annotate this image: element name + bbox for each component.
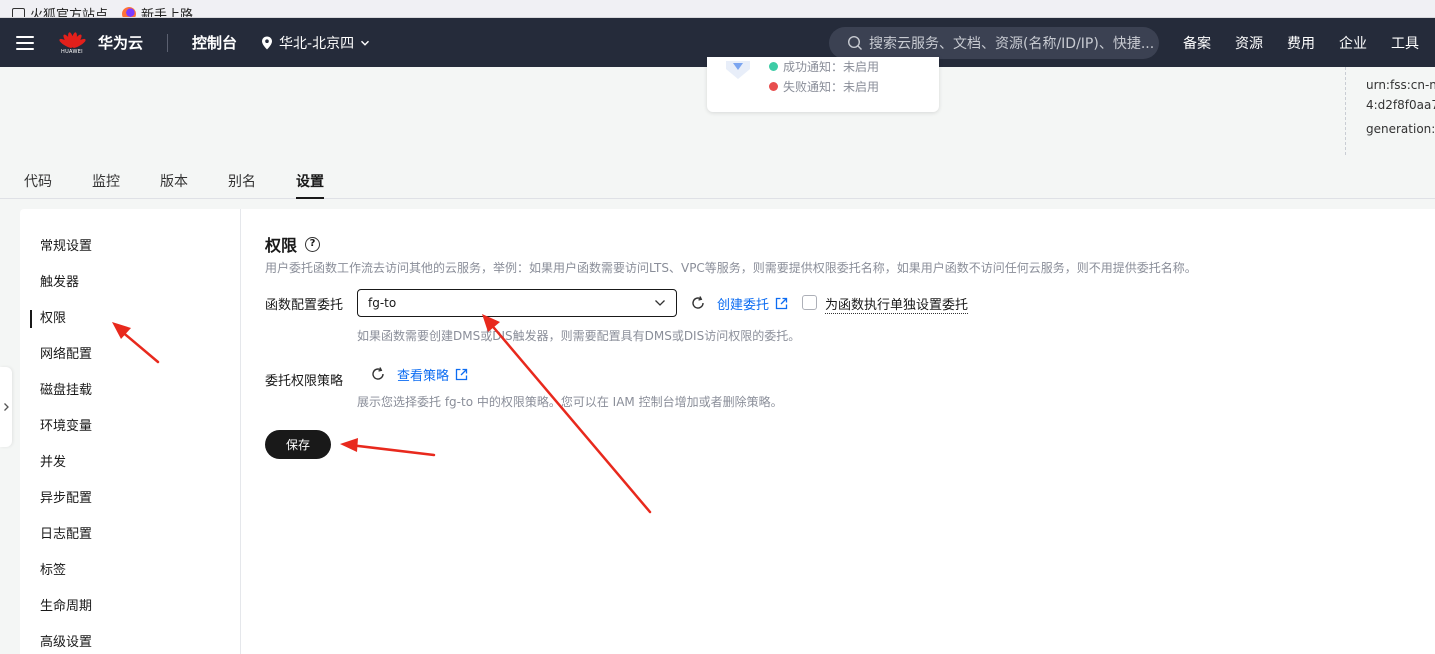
- agency-select-value: fg-to: [368, 296, 397, 310]
- generation-line: generation:la: [1366, 122, 1435, 136]
- function-tabs: 代码 监控 版本 别名 设置: [0, 162, 1435, 199]
- settings-nav-disk-mount[interactable]: 磁盘挂载: [20, 373, 240, 409]
- bookmark-item[interactable]: 火狐官方站点: [12, 4, 109, 18]
- success-notification-text: 成功通知：未启用: [783, 60, 880, 74]
- firefox-icon: [122, 6, 137, 17]
- settings-nav-permissions[interactable]: 权限: [20, 301, 240, 337]
- tab-monitoring[interactable]: 监控: [92, 162, 120, 199]
- chevron-down-icon: [655, 300, 665, 306]
- brand-name: 华为云: [98, 34, 144, 52]
- tab-settings[interactable]: 设置: [296, 162, 324, 199]
- huawei-cloud-logo[interactable]: HUAWEI 华为云: [58, 29, 143, 57]
- nav-link-beian[interactable]: 备案: [1183, 33, 1211, 53]
- region-selector[interactable]: 华北-北京四: [261, 33, 370, 53]
- nav-link-tools[interactable]: 工具: [1391, 33, 1419, 53]
- settings-nav-async[interactable]: 异步配置: [20, 481, 240, 517]
- nav-link-resources[interactable]: 资源: [1235, 33, 1263, 53]
- refresh-icon[interactable]: [690, 295, 706, 311]
- search-input[interactable]: 搜索云服务、文档、资源(名称/ID/IP)、快捷...: [829, 27, 1159, 59]
- chevron-right-icon: [4, 403, 9, 411]
- chevron-down-icon: [361, 40, 370, 46]
- help-icon[interactable]: ?: [305, 236, 321, 252]
- nav-link-enterprise[interactable]: 企业: [1339, 33, 1367, 53]
- settings-nav-general[interactable]: 常规设置: [20, 229, 240, 265]
- function-overview: 成功通知：未启用 失败通知：未启用 urn:fss:cn-no 4:d2f8f0…: [0, 57, 1435, 162]
- notification-illustration-icon: [726, 61, 750, 79]
- search-placeholder: 搜索云服务、文档、资源(名称/ID/IP)、快捷...: [869, 36, 1155, 52]
- view-policy-link[interactable]: 查看策略: [397, 365, 468, 384]
- success-dot-icon: [769, 62, 778, 71]
- external-link-icon: [455, 368, 468, 381]
- bookmark-label: 火狐官方站点: [30, 8, 109, 18]
- settings-nav-tags[interactable]: 标签: [20, 553, 240, 589]
- settings-nav-concurrency[interactable]: 并发: [20, 445, 240, 481]
- sidebar-expand-toggle[interactable]: [0, 367, 12, 447]
- tab-aliases[interactable]: 别名: [228, 162, 256, 199]
- urn-line: 4:d2f8f0aa7c: [1366, 98, 1435, 112]
- failure-notification-text: 失败通知：未启用: [783, 80, 880, 94]
- huawei-logo-icon: HUAWEI: [58, 29, 87, 57]
- nav-link-billing[interactable]: 费用: [1287, 33, 1315, 53]
- external-link-icon: [775, 297, 788, 310]
- permission-title: 权限: [265, 236, 298, 255]
- menu-icon[interactable]: [16, 35, 34, 50]
- create-agency-label: 创建委托: [717, 298, 770, 313]
- huawei-wordmark: HUAWEI: [61, 48, 83, 55]
- agency-select[interactable]: fg-to: [357, 289, 677, 317]
- agency-hint: 如果函数需要创建DMS或DIS触发器，则需要配置具有DMS或DIS访问权限的委托…: [357, 329, 801, 343]
- region-label: 华北-北京四: [279, 35, 355, 52]
- settings-nav-lifecycle[interactable]: 生命周期: [20, 589, 240, 625]
- section-title: 权限 ?: [265, 232, 321, 256]
- top-nav-links: 备案 资源 费用 企业 工具: [1183, 18, 1419, 67]
- nav-divider: [167, 33, 169, 52]
- view-policy-label: 查看策略: [397, 369, 450, 384]
- create-agency-link[interactable]: 创建委托: [717, 294, 788, 313]
- bookmarks-bar: 火狐官方站点 新手上路: [0, 0, 1435, 18]
- save-button[interactable]: 保存: [265, 430, 331, 459]
- refresh-icon[interactable]: [370, 366, 386, 382]
- permission-description: 用户委托函数工作流去访问其他的云服务，举例：如果用户函数需要访问LTS、VPC等…: [265, 261, 1197, 275]
- settings-nav-advanced[interactable]: 高级设置: [20, 625, 240, 654]
- function-urn-panel: urn:fss:cn-no 4:d2f8f0aa7c generation:la: [1345, 67, 1435, 155]
- policy-hint: 展示您选择委托 fg-to 中的权限策略。您可以在 IAM 控制台增加或者删除策…: [357, 395, 783, 409]
- settings-nav-triggers[interactable]: 触发器: [20, 265, 240, 301]
- bookmark-item[interactable]: 新手上路: [122, 4, 194, 18]
- settings-nav: 常规设置 触发器 权限 网络配置 磁盘挂载 环境变量 并发 异步配置 日志配置 …: [20, 209, 241, 654]
- separate-agency-checkbox[interactable]: [802, 295, 817, 310]
- settings-nav-network[interactable]: 网络配置: [20, 337, 240, 373]
- tab-code[interactable]: 代码: [24, 162, 52, 199]
- settings-panel: 常规设置 触发器 权限 网络配置 磁盘挂载 环境变量 并发 异步配置 日志配置 …: [20, 209, 1435, 654]
- folder-icon: [12, 8, 25, 17]
- notification-card: 成功通知：未启用 失败通知：未启用: [707, 57, 939, 112]
- settings-nav-env-vars[interactable]: 环境变量: [20, 409, 240, 445]
- failure-dot-icon: [769, 82, 778, 91]
- tab-versions[interactable]: 版本: [160, 162, 188, 199]
- urn-line: urn:fss:cn-no: [1366, 78, 1435, 92]
- failure-notification-status: 失败通知：未启用: [769, 78, 879, 95]
- console-link[interactable]: 控制台: [192, 32, 237, 53]
- location-pin-icon: [262, 36, 273, 49]
- bookmark-label: 新手上路: [141, 8, 194, 18]
- agency-label: 函数配置委托: [265, 298, 344, 313]
- search-icon: [847, 35, 862, 50]
- policy-label: 委托权限策略: [265, 374, 344, 389]
- settings-nav-logs[interactable]: 日志配置: [20, 517, 240, 553]
- separate-agency-label[interactable]: 为函数执行单独设置委托: [825, 294, 969, 314]
- success-notification-status: 成功通知：未启用: [769, 58, 879, 75]
